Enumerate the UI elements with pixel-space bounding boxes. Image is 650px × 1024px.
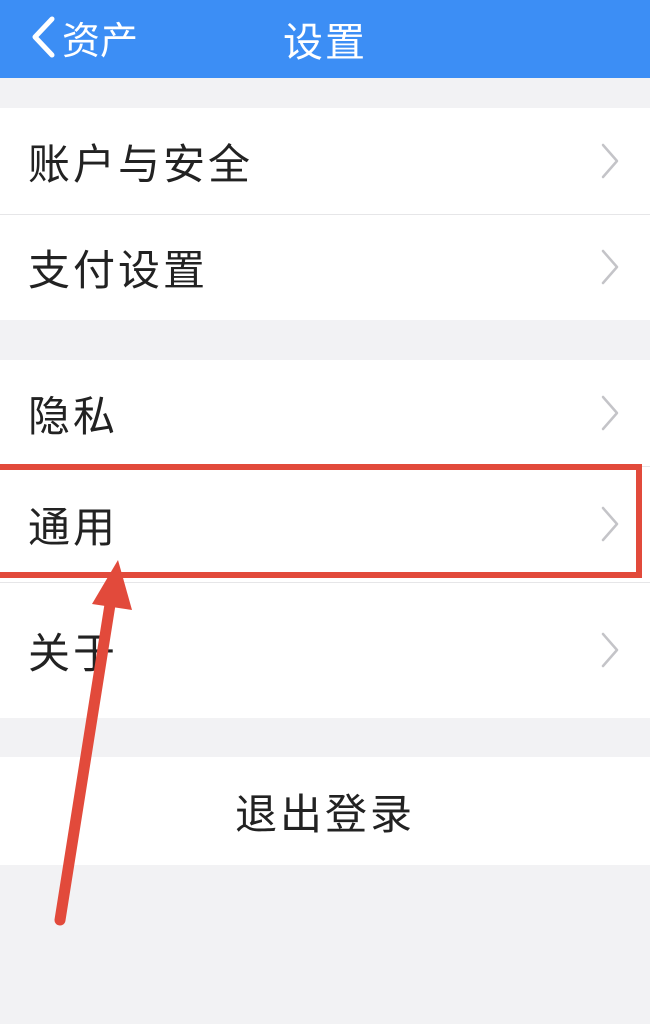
settings-group-general: 隐私 通用 关于 <box>0 360 650 718</box>
settings-item-general[interactable]: 通用 <box>0 466 650 582</box>
chevron-right-icon <box>601 143 619 179</box>
chevron-right-icon <box>601 249 619 285</box>
settings-item-about[interactable]: 关于 <box>0 582 650 718</box>
settings-item-payment[interactable]: 支付设置 <box>0 214 650 320</box>
settings-screen: 设置 资产 账户与安全 支付设置 隐私 通用 关于 退出登录 <box>0 0 650 1024</box>
back-button[interactable]: 资产 <box>30 6 138 68</box>
settings-item-label: 账户与安全 <box>28 139 254 189</box>
settings-item-privacy[interactable]: 隐私 <box>0 360 650 466</box>
chevron-right-icon <box>601 632 619 668</box>
chevron-left-icon <box>32 16 55 58</box>
navbar: 设置 资产 <box>0 0 650 78</box>
settings-item-label: 通用 <box>28 502 119 552</box>
settings-group-account: 账户与安全 支付设置 <box>0 108 650 320</box>
settings-item-label: 支付设置 <box>28 245 209 295</box>
back-label: 资产 <box>62 18 139 63</box>
settings-item-account-security[interactable]: 账户与安全 <box>0 108 650 214</box>
logout-button[interactable]: 退出登录 <box>0 757 650 865</box>
chevron-right-icon <box>601 506 619 542</box>
settings-item-label: 隐私 <box>28 391 119 441</box>
chevron-right-icon <box>601 395 619 431</box>
settings-item-label: 关于 <box>28 628 119 678</box>
